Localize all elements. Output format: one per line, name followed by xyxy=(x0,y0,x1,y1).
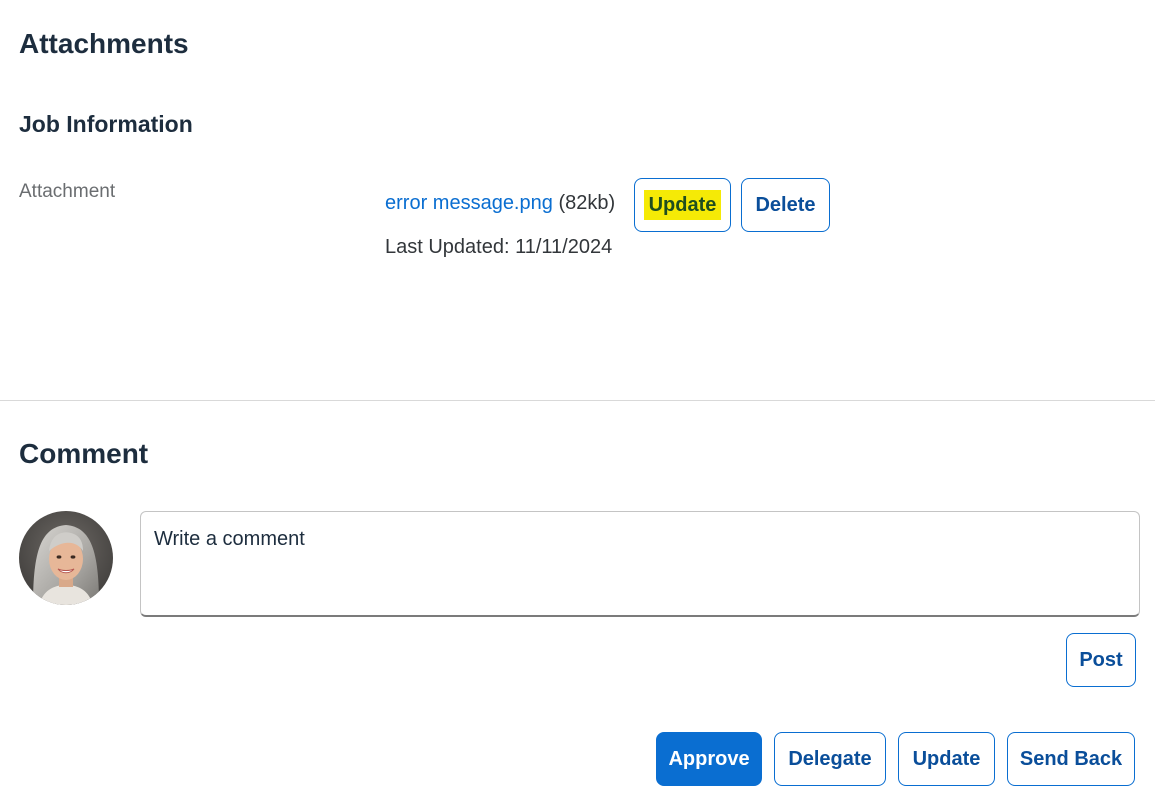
send-back-button[interactable]: Send Back xyxy=(1007,732,1135,786)
attachment-file-size: (82kb) xyxy=(558,192,616,214)
attachments-title: Attachments xyxy=(19,28,189,59)
attachment-label: Attachment xyxy=(19,181,116,202)
section-divider xyxy=(0,400,1155,401)
attachment-delete-button[interactable]: Delete xyxy=(741,178,830,232)
attachment-file-link[interactable]: error message.png xyxy=(385,192,553,214)
attachment-last-updated: Last Updated: 11/11/2024 xyxy=(385,236,613,258)
avatar xyxy=(19,511,113,605)
attachment-update-label: Update xyxy=(643,190,722,220)
approve-button[interactable]: Approve xyxy=(656,732,762,786)
post-button[interactable]: Post xyxy=(1066,633,1136,687)
job-information-title: Job Information xyxy=(19,111,193,137)
comment-input[interactable] xyxy=(140,511,1140,617)
update-button[interactable]: Update xyxy=(898,732,995,786)
delegate-button[interactable]: Delegate xyxy=(774,732,886,786)
comment-title: Comment xyxy=(19,438,149,469)
attachment-file-row: error message.png (82kb) xyxy=(385,191,615,215)
attachment-update-button[interactable]: Update xyxy=(634,178,731,232)
user-avatar-portrait xyxy=(19,511,113,605)
